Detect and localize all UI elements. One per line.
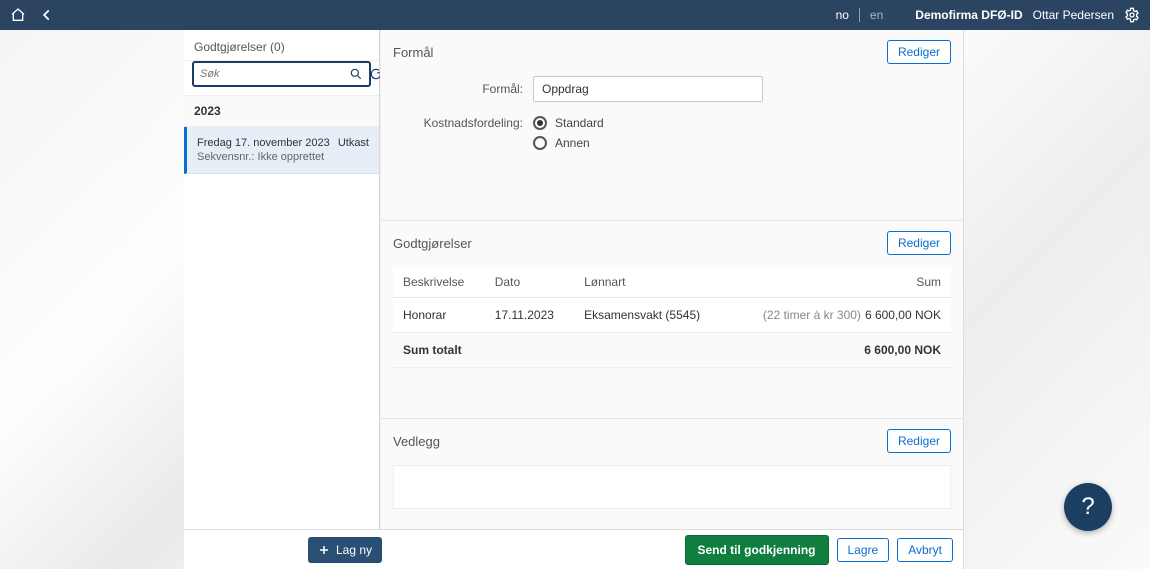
sidebar-title: Godtgjørelser (0)	[184, 30, 379, 61]
home-icon[interactable]	[10, 7, 26, 23]
cell-dato: 17.11.2023	[485, 298, 574, 333]
year-header: 2023	[184, 96, 379, 127]
radio-annen-label: Annen	[555, 136, 590, 150]
section-vedlegg-title: Vedlegg	[393, 434, 440, 449]
lang-divider	[859, 8, 860, 22]
cell-beskrivelse: Honorar	[393, 298, 485, 333]
app-window: Godtgjørelser (0) 2023 Fredag 17. novemb…	[184, 30, 964, 569]
table-total-row: Sum totalt 6 600,00 NOK	[393, 333, 951, 368]
lang-en[interactable]: en	[870, 8, 883, 22]
search-input[interactable]	[200, 68, 343, 80]
main-content: Formål Rediger Formål: Kostnadsfordeling…	[380, 30, 963, 529]
section-vedlegg: Vedlegg Rediger	[381, 418, 963, 529]
new-button-label: Lag ny	[336, 543, 372, 557]
cell-sum-detail: (22 timer à kr 300)	[763, 308, 861, 322]
vedlegg-empty	[393, 465, 951, 509]
radio-standard-label: Standard	[555, 116, 604, 130]
send-approval-button[interactable]: Send til godkjenning	[685, 535, 829, 565]
th-sum: Sum	[728, 267, 951, 298]
total-label: Sum totalt	[393, 333, 485, 368]
list-item-date: Fredag 17. november 2023	[197, 137, 330, 149]
edit-godtgj-button[interactable]: Rediger	[887, 231, 951, 255]
input-formaal[interactable]	[533, 76, 763, 102]
section-formaal-title: Formål	[393, 45, 433, 60]
help-fab[interactable]: ?	[1064, 483, 1112, 531]
sidebar: Godtgjørelser (0) 2023 Fredag 17. novemb…	[184, 30, 380, 529]
user-label: Ottar Pedersen	[1033, 8, 1114, 22]
th-lonnart: Lønnart	[574, 267, 727, 298]
th-dato: Dato	[485, 267, 574, 298]
plus-icon	[318, 544, 330, 556]
godtgj-table: Beskrivelse Dato Lønnart Sum Honorar 17.…	[393, 267, 951, 368]
section-formaal: Formål Rediger Formål: Kostnadsfordeling…	[381, 30, 963, 220]
total-value: 6 600,00 NOK	[728, 333, 951, 368]
footer-bar: Lag ny Send til godkjenning Lagre Avbryt	[184, 529, 963, 569]
save-button[interactable]: Lagre	[837, 538, 890, 562]
radio-standard[interactable]	[533, 116, 547, 130]
edit-formaal-button[interactable]: Rediger	[887, 40, 951, 64]
list-item-seq: Sekvensnr.: Ikke opprettet	[197, 151, 369, 163]
help-icon: ?	[1081, 493, 1094, 521]
settings-icon[interactable]	[1124, 7, 1140, 23]
back-icon[interactable]	[40, 8, 54, 22]
section-godtgjorelser: Godtgjørelser Rediger Beskrivelse Dato L…	[381, 220, 963, 418]
cell-lonnart: Eksamensvakt (5545)	[574, 298, 727, 333]
label-formaal: Formål:	[393, 82, 523, 96]
list-item-status: Utkast	[338, 137, 369, 149]
section-godtgj-title: Godtgjørelser	[393, 236, 472, 251]
lang-no[interactable]: no	[836, 8, 849, 22]
label-kostnadsfordeling: Kostnadsfordeling:	[393, 116, 523, 130]
company-label: Demofirma DFØ-ID	[915, 8, 1022, 22]
cancel-button[interactable]: Avbryt	[897, 538, 953, 562]
list-item[interactable]: Fredag 17. november 2023 Utkast Sekvensn…	[184, 127, 379, 174]
radio-annen[interactable]	[533, 136, 547, 150]
new-button[interactable]: Lag ny	[308, 537, 382, 563]
cell-sum: (22 timer à kr 300)6 600,00 NOK	[728, 298, 951, 333]
edit-vedlegg-button[interactable]: Rediger	[887, 429, 951, 453]
search-input-wrap[interactable]	[192, 61, 371, 87]
table-row[interactable]: Honorar 17.11.2023 Eksamensvakt (5545) (…	[393, 298, 951, 333]
search-icon[interactable]	[349, 67, 363, 81]
th-beskrivelse: Beskrivelse	[393, 267, 485, 298]
topbar: no en Demofirma DFØ-ID Ottar Pedersen	[0, 0, 1150, 30]
